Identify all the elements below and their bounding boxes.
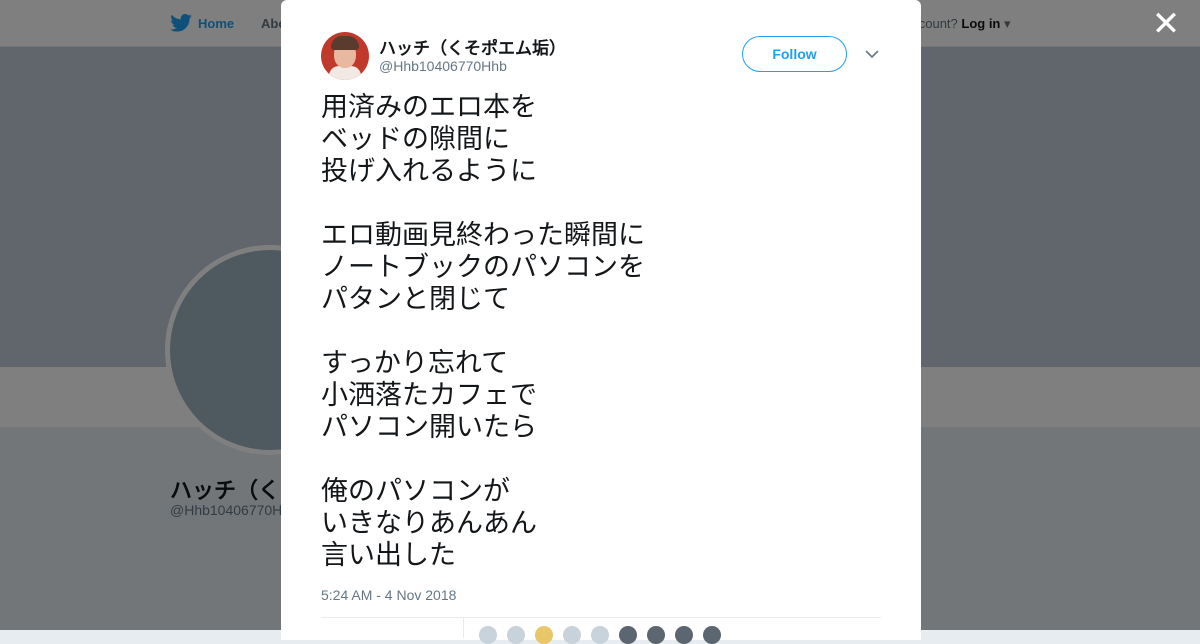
close-icon[interactable]: ✕ xyxy=(1150,7,1182,41)
tweet-line xyxy=(321,188,881,220)
liker-avatar[interactable] xyxy=(619,626,637,644)
liker-avatar[interactable] xyxy=(507,626,525,644)
tweet-line: いきなりあんあん xyxy=(321,508,537,539)
tweet-line xyxy=(321,316,881,348)
user-avatar[interactable] xyxy=(321,32,369,80)
liker-avatar[interactable] xyxy=(591,626,609,644)
follow-button[interactable]: Follow xyxy=(742,36,847,72)
chevron-down-icon[interactable] xyxy=(864,44,880,64)
stats-divider xyxy=(321,617,881,618)
stats-separator xyxy=(463,618,464,638)
liker-avatar[interactable] xyxy=(535,626,553,644)
tweet-line: 言い出した xyxy=(321,540,456,571)
tweet-line: エロ動画見終わった瞬間に xyxy=(321,220,645,251)
tweet-line: 用済みのエロ本を xyxy=(321,92,537,123)
liker-avatar[interactable] xyxy=(479,626,497,644)
tweet-line xyxy=(321,444,881,476)
liker-avatar[interactable] xyxy=(563,626,581,644)
liker-avatar[interactable] xyxy=(647,626,665,644)
tweet-line: パタンと閉じて xyxy=(321,284,510,315)
tweet-line: すっかり忘れて xyxy=(321,348,509,379)
user-name[interactable]: ハッチ（くそポエム垢） xyxy=(379,34,566,59)
tweet-line: 小洒落たカフェで xyxy=(321,380,537,411)
tweet-line: 俺のパソコンが xyxy=(321,476,510,507)
tweet-timestamp[interactable]: 5:24 AM - 4 Nov 2018 xyxy=(321,587,456,603)
tweet-text: 用済みのエロ本を ベッドの隙間に 投げ入れるように エロ動画見終わった瞬間に ノ… xyxy=(321,92,881,572)
tweet-line: パソコン開いたら xyxy=(321,412,537,443)
tweet-line: ベッドの隙間に xyxy=(321,124,510,155)
tweet-line: ノートブックのパソコンを xyxy=(321,252,645,283)
tweet-line: 投げ入れるように xyxy=(321,156,537,187)
liker-avatar[interactable] xyxy=(703,626,721,644)
tweet-modal: ハッチ（くそポエム垢） @Hhb10406770Hhb Follow 用済みのエ… xyxy=(281,0,921,644)
user-handle[interactable]: @Hhb10406770Hhb xyxy=(379,58,507,74)
liker-avatar[interactable] xyxy=(675,626,693,644)
